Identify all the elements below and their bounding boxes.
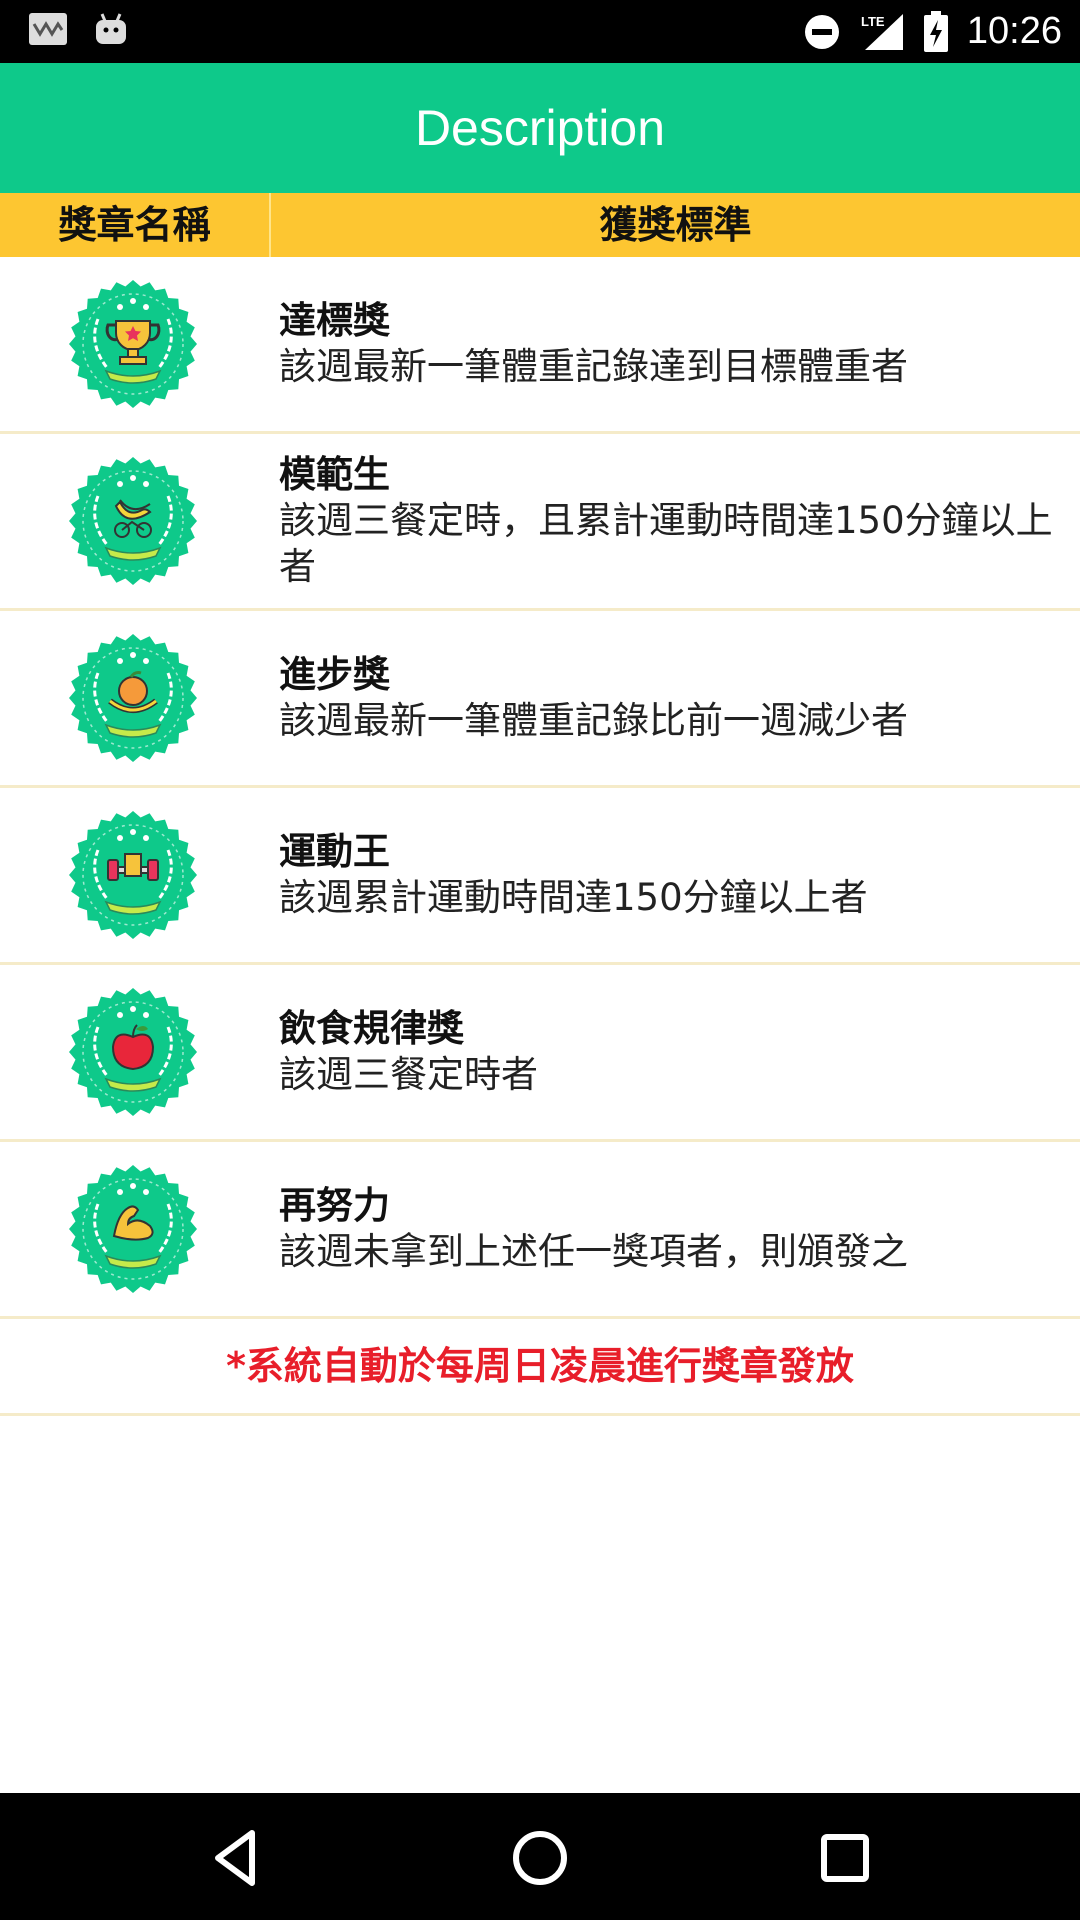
column-header-criteria: 獲獎標準 [599,203,752,247]
badge-row-diet: 飲食規律獎 該週三餐定時者 [0,965,1080,1142]
badge-criteria: 該週未拿到上述任一獎項者，則頒發之 [279,1230,908,1273]
page-title: Description [414,100,666,156]
navigation-bar [0,1793,1080,1920]
table-header: 獎章名稱 獲獎標準 [0,193,1080,257]
app-bar: Description [0,63,1080,193]
badge-title: 達標獎 [279,299,390,342]
badge-title: 運動王 [279,830,390,873]
android-icon [96,13,126,44]
home-icon[interactable] [505,1823,575,1893]
badge-title: 飲食規律獎 [279,1007,464,1050]
trophy-icon [69,280,197,408]
battery-charging-icon [923,10,948,52]
badge-criteria: 該週三餐定時者 [279,1053,538,1096]
dumbbell-icon [69,811,197,939]
badge-list: 達標獎 該週最新一筆體重記錄達到目標體重者 模範生 該週三餐定時，且累計運動時間… [0,257,1080,1416]
back-icon[interactable] [200,1823,270,1893]
status-bar: LTE 10:26 [0,0,1080,63]
badge-row-target: 達標獎 該週最新一筆體重記錄達到目標體重者 [0,257,1080,434]
badge-criteria: 該週最新一筆體重記錄達到目標體重者 [279,345,908,388]
badge-criteria: 該週三餐定時，且累計運動時間達150分鐘以上者 [279,499,1053,588]
banana-bike-icon [69,457,197,585]
badge-criteria: 該週最新一筆體重記錄比前一週減少者 [279,699,908,742]
status-time: 10:26 [966,10,1062,52]
badge-row-sports-king: 運動王 該週累計運動時間達150分鐘以上者 [0,788,1080,965]
apple-icon [69,988,197,1116]
badge-title: 模範生 [279,453,390,496]
muscle-arm-icon [69,1165,197,1293]
auto-issue-note: *系統自動於每周日凌晨進行獎章發放 [0,1319,1080,1416]
recents-icon[interactable] [810,1823,880,1893]
network-label: LTE [861,14,885,29]
column-header-badge-name: 獎章名稱 [0,193,271,257]
badge-criteria: 該週累計運動時間達150分鐘以上者 [279,876,868,919]
signal-icon: LTE [861,13,903,50]
badge-row-progress: 進步獎 該週最新一筆體重記錄比前一週減少者 [0,611,1080,788]
badge-row-model: 模範生 該週三餐定時，且累計運動時間達150分鐘以上者 [0,434,1080,611]
badge-title: 再努力 [279,1184,390,1227]
notification-icon [29,13,67,45]
badge-title: 進步獎 [279,653,390,696]
badge-row-try-harder: 再努力 該週未拿到上述任一獎項者，則頒發之 [0,1142,1080,1319]
do-not-disturb-icon [804,14,839,49]
orange-tape-icon [69,634,197,762]
